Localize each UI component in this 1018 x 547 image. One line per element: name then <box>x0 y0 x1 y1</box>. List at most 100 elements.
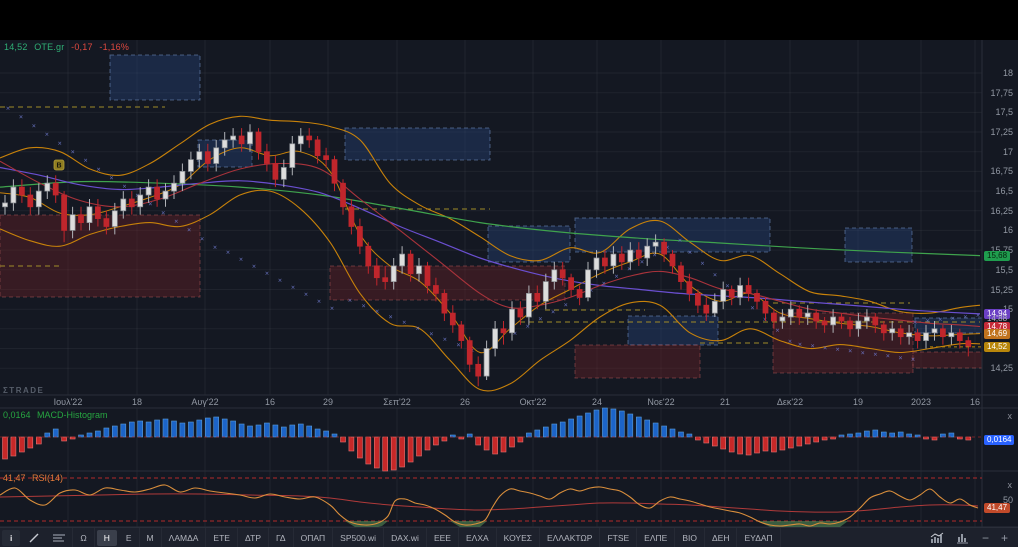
time-axis-label: 18 <box>131 397 143 407</box>
macd-histogram-bar <box>247 425 253 438</box>
macd-histogram-bar <box>52 428 59 438</box>
symbol-button-ΟΠΑΠ[interactable]: ΟΠΑΠ <box>294 528 334 547</box>
macd-histogram-bar <box>517 436 524 443</box>
supply-demand-zone-red[interactable] <box>912 351 983 369</box>
supply-demand-zone-blue[interactable] <box>344 127 491 161</box>
candle-body <box>365 245 372 267</box>
object-list-icon[interactable] <box>46 528 74 547</box>
macd-histogram-bar <box>433 436 439 446</box>
candle-body <box>27 194 34 208</box>
symbol-button-ΚΟΥΕΣ[interactable]: ΚΟΥΕΣ <box>497 528 540 547</box>
x-marker: × <box>429 330 433 338</box>
supply-demand-zone-red[interactable] <box>574 344 701 379</box>
macd-close-icon[interactable]: x <box>1008 411 1013 421</box>
macd-histogram-bar <box>534 429 541 438</box>
macd-histogram-bar <box>872 429 879 438</box>
x-marker: × <box>19 113 23 121</box>
x-marker: × <box>798 341 802 349</box>
macd-histogram-bar <box>340 436 346 443</box>
time-axis-label: 16 <box>969 397 981 407</box>
macd-histogram-bar <box>466 433 473 438</box>
macd-histogram-bar <box>264 422 270 438</box>
x-marker: × <box>640 258 644 266</box>
chart-style-line-icon[interactable] <box>924 528 950 547</box>
macd-indicator-label[interactable]: 0,0164 MACD-Histogram <box>3 410 108 420</box>
candle-body <box>940 328 946 338</box>
macd-histogram-bar <box>948 432 955 438</box>
candle-body <box>652 241 659 247</box>
timeframe-button-Ω[interactable]: Ω <box>73 528 95 547</box>
symbol-button-DAX.wi[interactable]: DAX.wi <box>384 528 427 547</box>
candle-body <box>196 151 203 160</box>
candle-body <box>838 316 845 322</box>
x-marker: × <box>317 298 321 306</box>
time-axis-label: Νοε'22 <box>647 397 675 407</box>
supply-demand-zone-red[interactable] <box>0 214 201 298</box>
macd-histogram-bar <box>179 422 186 438</box>
candle-body <box>272 163 279 180</box>
timeframe-button-Ε[interactable]: Ε <box>119 528 140 547</box>
candle-body <box>551 269 558 282</box>
candle-body <box>441 293 448 314</box>
symbol-button-SP500.wi[interactable]: SP500.wi <box>333 528 385 547</box>
symbol-button-ΓΔ[interactable]: ΓΔ <box>269 528 294 547</box>
candle-body <box>897 328 904 338</box>
symbol-button-ΔΕΗ[interactable]: ΔΕΗ <box>705 528 738 547</box>
macd-value-badge: 0,0164 <box>984 435 1015 445</box>
symbol-button-ΒΙΟ[interactable]: ΒΙΟ <box>675 528 705 547</box>
symbol-button-FTSE[interactable]: FTSE <box>600 528 638 547</box>
zoom-out-button[interactable]: − <box>976 528 995 547</box>
zoom-in-button[interactable]: + <box>995 528 1018 547</box>
time-axis-label: Αυγ'22 <box>191 397 219 407</box>
x-marker: × <box>614 272 618 280</box>
price-change-pct: -1,16% <box>99 42 130 52</box>
time-axis-label: 16 <box>264 397 276 407</box>
candle-body <box>762 300 769 314</box>
candle-body <box>804 312 811 318</box>
volume-histogram-icon[interactable] <box>950 528 976 547</box>
symbol-info-bar[interactable]: 14,52 OTE.gr -0,17 -1,16% <box>4 42 129 52</box>
symbol-button-ΕΛΠΕ[interactable]: ΕΛΠΕ <box>637 528 676 547</box>
supply-demand-zone-blue[interactable] <box>109 54 201 101</box>
symbol-button-ΕΥΔΑΠ[interactable]: ΕΥΔΑΠ <box>737 528 781 547</box>
rsi-indicator-label[interactable]: 41,47 RSI(14) <box>3 473 63 483</box>
price-axis-tick: 14,25 <box>990 363 1013 374</box>
candle-body <box>103 218 110 227</box>
x-marker: × <box>32 122 36 130</box>
macd-histogram-bar <box>272 424 279 438</box>
timeframe-button-Η[interactable]: Η <box>96 530 117 546</box>
candle-body <box>61 194 67 231</box>
candle-body <box>847 320 853 330</box>
macd-histogram-bar <box>931 436 938 441</box>
chart-canvas[interactable]: × × × × × × × × × × × × × × × × × × × × × × × × × × × × × × × × × × × × × × × ×… <box>0 0 1018 547</box>
supply-demand-zone-blue[interactable] <box>574 217 771 253</box>
macd-histogram-bar <box>526 432 532 438</box>
info-button[interactable]: i <box>2 530 21 546</box>
candle-body <box>720 289 727 302</box>
timeframe-button-Μ[interactable]: Μ <box>140 528 162 547</box>
x-marker: × <box>239 256 243 264</box>
price-axis-tick: 15,25 <box>990 284 1013 295</box>
macd-histogram-bar <box>779 436 786 451</box>
supply-demand-zone-blue[interactable] <box>627 315 719 346</box>
price-change: -0,17 <box>71 42 93 52</box>
rsi-close-icon[interactable]: x <box>1008 480 1013 490</box>
candle-body <box>745 285 752 294</box>
symbol-button-ΔΤΡ[interactable]: ΔΤΡ <box>238 528 269 547</box>
x-marker: × <box>750 304 754 312</box>
candle-body <box>483 348 490 377</box>
symbol-button-ΕΤΕ[interactable]: ΕΤΕ <box>206 528 238 547</box>
symbol-button-ΕΛΧΑ[interactable]: ΕΛΧΑ <box>459 528 497 547</box>
x-marker: × <box>775 326 779 334</box>
x-marker: × <box>375 308 379 316</box>
candle-body <box>627 249 634 263</box>
supply-demand-zone-blue[interactable] <box>844 227 913 263</box>
symbol-button-ΕΕΕ[interactable]: ΕΕΕ <box>427 528 459 547</box>
symbol-button-ΕΛΛΑΚΤΩΡ[interactable]: ΕΛΛΑΚΤΩΡ <box>540 528 601 547</box>
trendline-tool-icon[interactable] <box>22 528 46 547</box>
x-marker: × <box>886 352 890 360</box>
time-axis-strip[interactable] <box>0 395 1018 408</box>
symbol-button-ΛΑΜΔΑ[interactable]: ΛΑΜΔΑ <box>162 528 207 547</box>
candle-body <box>711 300 718 314</box>
macd-histogram-bar <box>416 436 422 457</box>
